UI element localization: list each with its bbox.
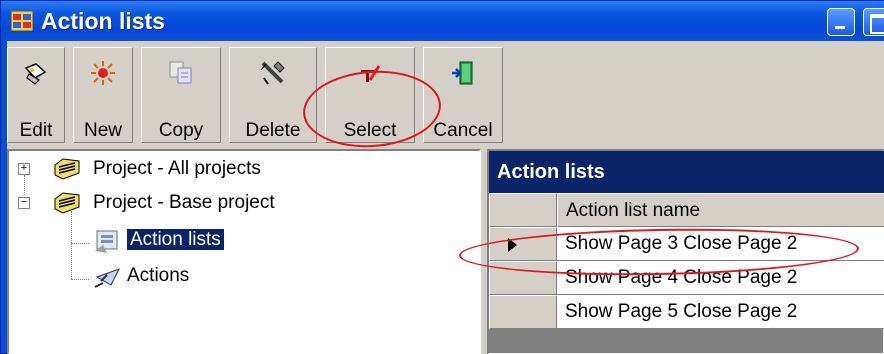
tree-item-action-lists[interactable]: Action lists	[126, 225, 225, 255]
new-icon	[91, 61, 115, 85]
table-cell[interactable]: Show Page 5 Close Page 2	[557, 295, 884, 329]
tree-item-all-projects[interactable]: Project - All projects	[93, 154, 261, 184]
table-cell[interactable]: Show Page 3 Close Page 2	[557, 227, 884, 261]
row-selector[interactable]	[489, 295, 557, 329]
tree-line	[71, 211, 72, 279]
actions-icon	[94, 268, 121, 288]
title-bar[interactable]: Action lists	[1, 1, 884, 41]
select-button[interactable]: Select	[325, 47, 415, 143]
minimize-button[interactable]	[827, 8, 855, 36]
delete-button[interactable]: Delete	[229, 47, 317, 143]
window-title: Action lists	[41, 8, 165, 34]
table-cell[interactable]: Show Page 4 Close Page 2	[557, 261, 884, 295]
edit-label: Edit	[19, 120, 53, 141]
delete-label: Delete	[245, 120, 301, 141]
action-lists-icon	[95, 230, 118, 253]
new-label: New	[83, 120, 122, 141]
row-selector[interactable]	[489, 261, 557, 295]
column-header-action-list-name[interactable]: Action list name	[557, 193, 884, 227]
project-tree[interactable]: + Project - All projects − Project - Bas…	[7, 149, 481, 354]
copy-label: Copy	[158, 120, 204, 141]
project-icon	[54, 158, 80, 180]
grid-caption: Action lists	[489, 151, 884, 193]
table-row[interactable]: Show Page 4 Close Page 2	[489, 261, 884, 295]
delete-icon	[260, 61, 285, 85]
action-lists-window: Action lists Edit New Copy Delete Select…	[0, 0, 884, 354]
app-icon	[11, 11, 33, 31]
grid-header-row: Action list name	[489, 193, 884, 227]
cancel-label: Cancel	[433, 120, 493, 141]
edit-button[interactable]: Edit	[7, 47, 65, 143]
tree-item-label: Action lists	[126, 228, 225, 251]
tree-item-actions[interactable]: Actions	[127, 261, 189, 291]
cancel-button[interactable]: Cancel	[423, 47, 503, 143]
tree-item-base-project[interactable]: Project - Base project	[93, 188, 275, 218]
new-button[interactable]: New	[73, 47, 133, 143]
row-selector[interactable]	[489, 227, 557, 261]
select-label: Select	[343, 120, 397, 141]
select-icon	[361, 65, 381, 82]
client-area: Edit New Copy Delete Select Cancel + Pro…	[7, 41, 884, 354]
expand-toggle[interactable]: +	[18, 163, 30, 175]
cancel-icon	[452, 61, 473, 85]
action-lists-grid: Action lists Action list name Show Page …	[487, 149, 884, 354]
tree-line	[24, 175, 25, 195]
current-row-arrow-icon	[508, 238, 517, 252]
edit-icon	[24, 63, 47, 85]
toolbar: Edit New Copy Delete Select Cancel	[7, 41, 884, 145]
tree-line	[71, 243, 89, 244]
table-row[interactable]: Show Page 5 Close Page 2	[489, 295, 884, 329]
copy-button[interactable]: Copy	[141, 47, 221, 143]
collapse-toggle[interactable]: −	[18, 197, 30, 209]
corner-header	[489, 193, 557, 227]
maximize-button[interactable]	[863, 8, 884, 36]
project-icon	[54, 192, 80, 214]
tree-line	[71, 279, 89, 280]
table-row[interactable]: Show Page 3 Close Page 2	[489, 227, 884, 261]
copy-icon	[169, 61, 192, 84]
